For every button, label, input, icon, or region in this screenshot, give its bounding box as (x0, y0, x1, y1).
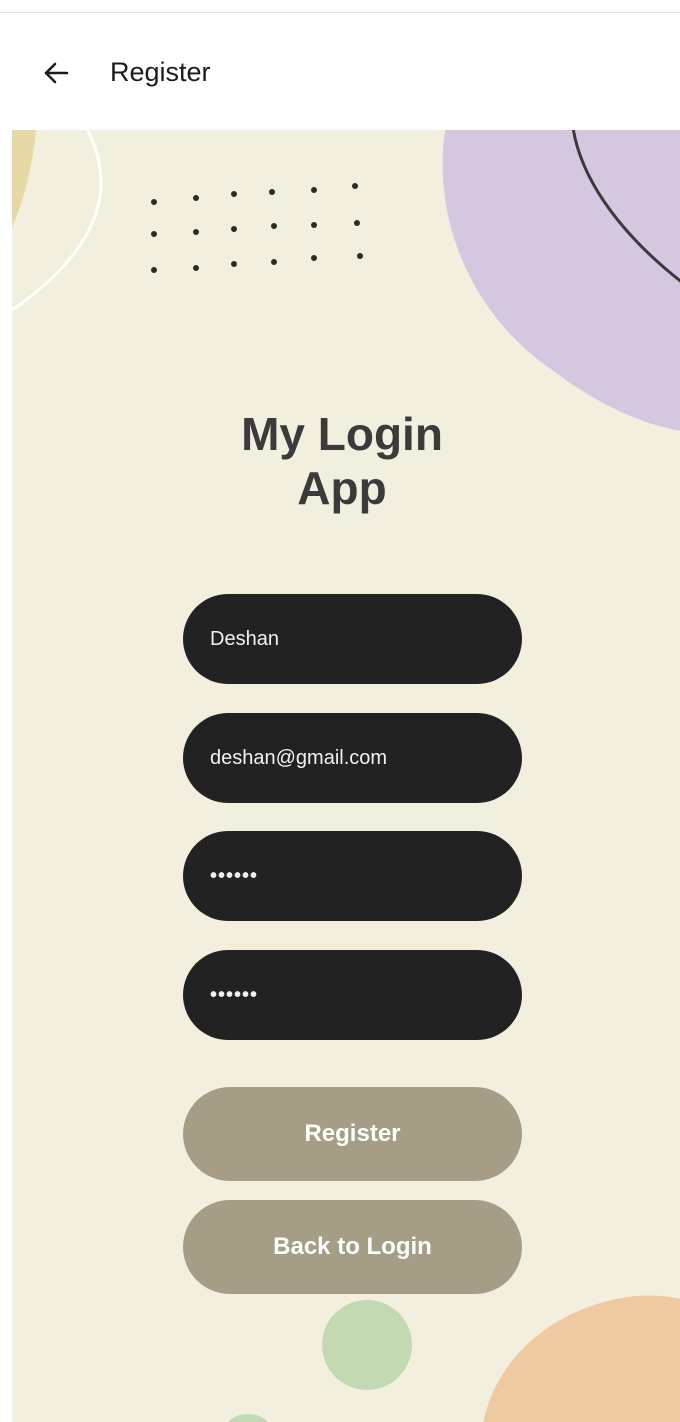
back-to-login-button[interactable]: Back to Login (183, 1200, 522, 1294)
name-value: Deshan (210, 627, 279, 650)
register-button-label: Register (304, 1120, 401, 1147)
register-screen: My Login App Deshan deshan@gmail.com •••… (12, 130, 680, 1422)
password-field[interactable]: •••••• (183, 831, 522, 921)
arrow-left-icon (44, 62, 69, 84)
confirm-password-field[interactable]: •••••• (183, 950, 522, 1040)
email-field[interactable]: deshan@gmail.com (183, 713, 522, 803)
app-title-line1: My Login (241, 408, 443, 460)
back-button[interactable] (36, 55, 76, 91)
app-bar: Register (0, 13, 680, 131)
page-title: Register (110, 57, 211, 87)
top-divider (0, 0, 680, 13)
app-title: My Login App (12, 407, 672, 516)
back-to-login-label: Back to Login (273, 1233, 432, 1260)
email-value: deshan@gmail.com (210, 746, 388, 769)
register-button[interactable]: Register (183, 1087, 522, 1181)
confirm-password-value: •••••• (210, 983, 259, 1006)
app-title-line2: App (297, 462, 387, 515)
name-field[interactable]: Deshan (183, 594, 522, 684)
password-value: •••••• (210, 864, 259, 887)
left-edge (0, 130, 12, 1422)
